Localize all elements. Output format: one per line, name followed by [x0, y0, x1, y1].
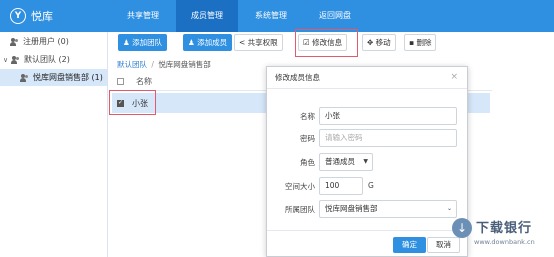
dialog-header: 修改成员信息 ×: [267, 67, 467, 89]
dialog-footer: 确定 取消: [267, 230, 467, 257]
space-unit: G: [368, 181, 374, 190]
password-field[interactable]: 请输入密码: [319, 129, 457, 147]
delete-label: 删除: [416, 38, 432, 47]
add-member-label: 添加成员: [197, 38, 228, 47]
add-team-button[interactable]: ♟ 添加团队: [118, 34, 168, 51]
name-label: 名称: [300, 112, 315, 121]
chevron-down-icon: ⌄: [446, 205, 452, 212]
form-row-password: 密码 请输入密码: [267, 129, 469, 147]
space-size-field[interactable]: 100: [319, 177, 363, 195]
share-permission-button[interactable]: < 共享权限: [234, 34, 283, 51]
column-header-name[interactable]: 名称: [136, 76, 152, 87]
form-row-space: 空间大小 100 G: [267, 177, 469, 195]
caret-down-icon: ▼: [363, 158, 368, 165]
sidebar-item-registered-users[interactable]: 注册用户 (0): [0, 33, 107, 50]
edit-member-dialog: 修改成员信息 × 名称 小张 密码 请输入密码 角色 普通成员 ▼ 空间大小 1…: [266, 66, 468, 257]
logo-text: 悦库: [31, 10, 53, 23]
chevron-down-icon[interactable]: ∨: [3, 56, 11, 64]
breadcrumb: 默认团队 / 悦库网盘销售部: [117, 59, 211, 70]
password-label: 密码: [300, 134, 315, 143]
users-icon: [10, 37, 20, 46]
sidebar-item-default-team[interactable]: ∨ 默认团队 (2): [0, 51, 107, 68]
sidebar-item-label: 默认团队 (2): [24, 55, 70, 64]
add-member-button[interactable]: ♟ 添加成员: [183, 34, 233, 51]
top-nav-bar: Y 悦库 共享管理 成员管理 系统管理 返回网盘: [0, 0, 554, 32]
watermark-title: 下载银行: [476, 221, 533, 236]
app-logo[interactable]: Y 悦库: [10, 7, 53, 25]
sidebar-item-sales-team[interactable]: 悦库网盘销售部 (1): [0, 69, 107, 86]
role-select-value: 普通成员: [325, 157, 355, 166]
watermark-url: www.downbank.cn: [474, 238, 535, 246]
logo-icon: Y: [10, 8, 26, 24]
users-icon: [11, 55, 21, 64]
breadcrumb-separator: /: [151, 60, 154, 69]
form-row-team: 所属团队 悦库网盘销售部 ⌄: [267, 200, 469, 218]
share-permission-label: 共享权限: [247, 38, 278, 47]
team-select-value: 悦库网盘销售部: [325, 204, 378, 213]
share-icon: <: [239, 38, 248, 47]
sidebar: 注册用户 (0) ∨ 默认团队 (2) 悦库网盘销售部 (1): [0, 32, 108, 257]
users-icon: [20, 73, 30, 82]
selected-row-highlight: [109, 90, 156, 115]
tab-back-to-drive[interactable]: 返回网盘: [304, 0, 366, 32]
name-field[interactable]: 小张: [319, 107, 457, 125]
users-icon: ♟: [123, 38, 133, 47]
user-plus-icon: ♟: [188, 38, 198, 47]
tab-share-management[interactable]: 共享管理: [112, 0, 174, 32]
breadcrumb-root[interactable]: 默认团队: [117, 60, 147, 69]
confirm-button[interactable]: 确定: [393, 237, 426, 253]
delete-button[interactable]: ▪ 删除: [404, 34, 437, 51]
watermark: ↓ 下载银行 www.downbank.cn: [452, 216, 552, 256]
breadcrumb-current: 悦库网盘销售部: [158, 60, 211, 69]
edit-info-highlight: [295, 29, 358, 57]
move-label: 移动: [375, 38, 391, 47]
sidebar-item-label: 悦库网盘销售部 (1): [33, 73, 103, 82]
team-select[interactable]: 悦库网盘销售部 ⌄: [319, 200, 457, 218]
move-icon: ✥: [367, 38, 376, 47]
tab-member-management[interactable]: 成员管理: [176, 0, 238, 32]
tab-system-management[interactable]: 系统管理: [240, 0, 302, 32]
space-label: 空间大小: [285, 182, 315, 191]
sidebar-item-label: 注册用户 (0): [23, 37, 69, 46]
role-select[interactable]: 普通成员 ▼: [319, 153, 373, 171]
move-button[interactable]: ✥ 移动: [362, 34, 396, 51]
role-label: 角色: [300, 158, 315, 167]
dialog-title: 修改成员信息: [275, 73, 320, 82]
select-all-checkbox[interactable]: [117, 78, 124, 85]
download-bank-logo-icon: ↓: [452, 218, 472, 238]
team-label: 所属团队: [285, 205, 315, 214]
form-row-role: 角色 普通成员 ▼: [267, 153, 469, 171]
close-icon[interactable]: ×: [450, 72, 458, 82]
add-team-label: 添加团队: [132, 38, 163, 47]
form-row-name: 名称 小张: [267, 107, 469, 125]
